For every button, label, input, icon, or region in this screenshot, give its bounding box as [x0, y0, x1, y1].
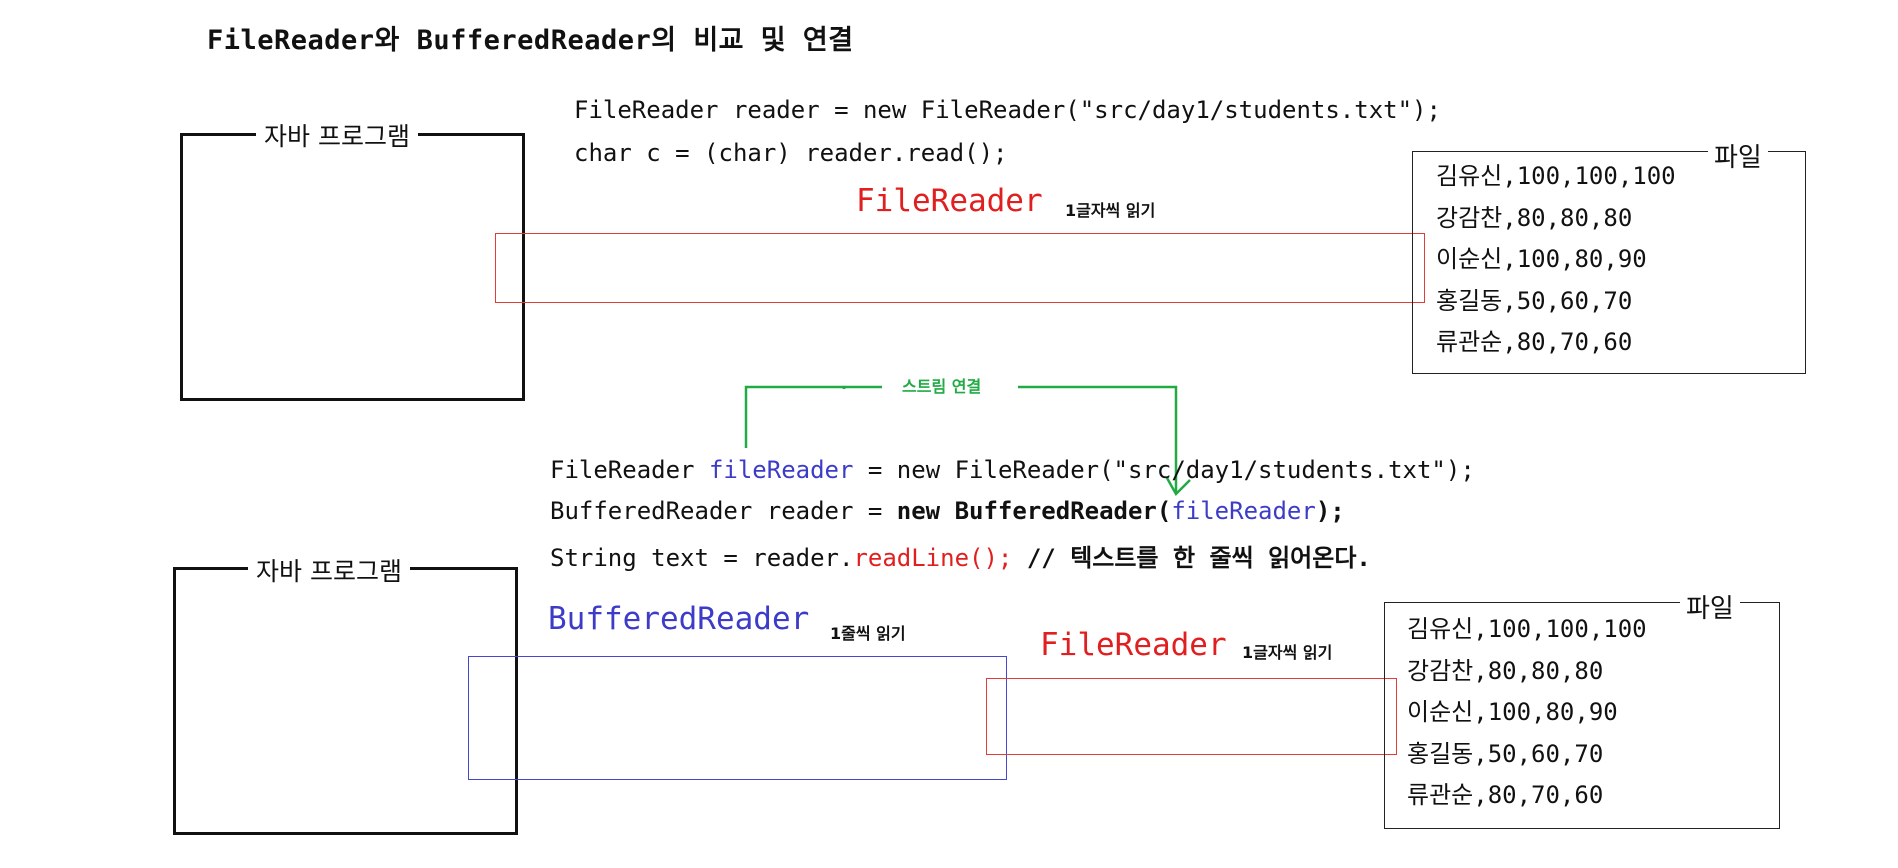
- file-line: 김유신,100,100,100: [1407, 615, 1647, 643]
- readline-method: readLine();: [853, 544, 1013, 572]
- code-text: new BufferedReader(: [896, 497, 1172, 525]
- file-line: 강감찬,80,80,80: [1407, 656, 1604, 685]
- file-line: 홍길동,50,60,70: [1407, 739, 1604, 768]
- filereader-variable: fileReader: [1171, 497, 1316, 525]
- code-line: FileReader fileReader = new FileReader("…: [550, 456, 1475, 484]
- filereader-stream-label: FileReader: [1040, 627, 1227, 663]
- code-line: String text = reader.readLine(); // 텍스트를…: [550, 538, 1371, 573]
- filereader-stream-note: 1글자씩 읽기: [1242, 643, 1333, 662]
- code-text: = new FileReader("src/day1/students.txt"…: [853, 456, 1475, 484]
- java-program-box: [173, 567, 518, 835]
- filereader-variable: fileReader: [708, 456, 854, 484]
- bufferedreader-stream-note: 1줄씩 읽기: [830, 624, 906, 643]
- file-line: 이순신,100,80,90: [1407, 698, 1618, 726]
- connector-dot: ·: [841, 378, 848, 397]
- code-comment: // 텍스트를 한 줄씩 읽어온다.: [1012, 544, 1371, 572]
- java-program-label: 자바 프로그램: [248, 552, 410, 588]
- bufferedreader-stream-label: BufferedReader: [548, 601, 810, 637]
- file-label: 파일: [1680, 588, 1740, 625]
- file-line: 류관순,80,70,60: [1407, 781, 1604, 809]
- code-line: BufferedReader reader = new BufferedRead…: [550, 497, 1345, 525]
- bufferedreader-stream: [468, 656, 1007, 780]
- filereader-stream: [986, 678, 1397, 755]
- file-contents: 김유신,100,100,100 강감찬,80,80,80 이순신,100,80,…: [1407, 609, 1647, 817]
- code-text: String text = reader.: [550, 544, 854, 572]
- code-text: );: [1315, 497, 1345, 525]
- code-text: FileReader: [550, 456, 709, 484]
- code-text: BufferedReader reader =: [550, 497, 897, 525]
- stream-connect-label: 스트림 연결: [902, 377, 982, 396]
